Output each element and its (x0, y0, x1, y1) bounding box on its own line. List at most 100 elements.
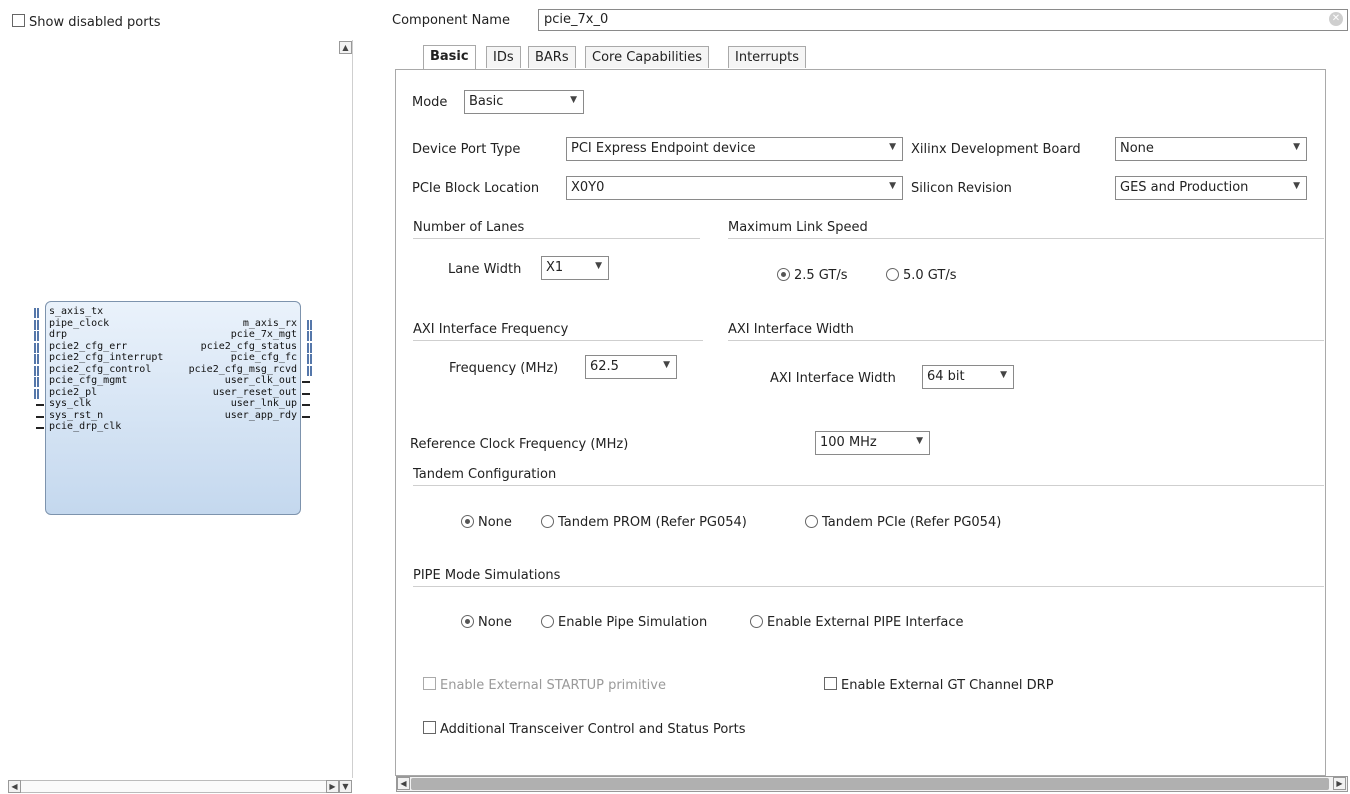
wire-port-icon (302, 381, 310, 383)
silicon-revision-dropdown[interactable]: GES and Production ▼ (1115, 176, 1307, 200)
tandem-option-none[interactable]: None (461, 515, 512, 530)
bus-port-icon (307, 365, 312, 376)
gt-channel-drp-checkbox[interactable]: Enable External GT Channel DRP (824, 677, 1054, 693)
block-location-dropdown[interactable]: X0Y0 ▼ (566, 176, 903, 200)
startup-primitive-checkbox: Enable External STARTUP primitive (423, 677, 666, 693)
tandem-prom-label: Tandem PROM (Refer PG054) (558, 515, 747, 530)
mode-dropdown[interactable]: Basic ▼ (464, 90, 584, 114)
wire-port-icon (302, 415, 310, 418)
scroll-right-button[interactable]: ▶ (326, 780, 339, 793)
radio-selected[interactable] (777, 268, 790, 281)
lane-width-dropdown[interactable]: X1 ▼ (541, 256, 609, 280)
show-disabled-ports-label: Show disabled ports (29, 15, 161, 30)
chevron-down-icon: ▼ (889, 181, 896, 191)
speed-option-2-5[interactable]: 2.5 GT/s (777, 268, 848, 283)
block-location-value: X0Y0 (571, 180, 605, 195)
transceiver-ports-checkbox[interactable]: Additional Transceiver Control and Statu… (423, 721, 746, 737)
pipe-option-external[interactable]: Enable External PIPE Interface (750, 615, 964, 630)
axi-width-section-title: AXI Interface Width (728, 322, 854, 337)
scroll-right-button[interactable]: ▶ (1333, 777, 1346, 790)
checkbox-box[interactable] (12, 14, 25, 27)
chevron-down-icon: ▼ (916, 436, 923, 446)
radio[interactable] (541, 515, 554, 528)
tandem-pcie-label: Tandem PCIe (Refer PG054) (822, 515, 1002, 530)
bus-port-icon (34, 354, 39, 364)
radio-selected[interactable] (461, 515, 474, 528)
wire-port-icon (36, 427, 44, 429)
port-label: m_axis_rx (242, 317, 297, 329)
component-name-input[interactable]: pcie_7x_0 ✕ (538, 9, 1348, 31)
bus-port-icon (34, 331, 39, 341)
section-divider (413, 238, 700, 239)
port-label: user_app_rdy (224, 409, 297, 421)
frequency-value: 62.5 (590, 359, 619, 374)
horizontal-scrollbar[interactable] (8, 780, 352, 793)
tab-ids[interactable]: IDs (486, 46, 521, 68)
axi-freq-section-title: AXI Interface Frequency (413, 322, 569, 337)
port-label: sys_clk (49, 398, 92, 409)
chevron-down-icon: ▼ (663, 360, 670, 370)
scroll-up-button[interactable]: ▲ (339, 41, 352, 54)
radio[interactable] (541, 615, 554, 628)
pipe-option-simulation[interactable]: Enable Pipe Simulation (541, 615, 707, 630)
dev-board-label: Xilinx Development Board (911, 142, 1081, 157)
radio[interactable] (886, 268, 899, 281)
mode-label: Mode (412, 95, 448, 110)
pipe-none-label: None (478, 615, 512, 630)
radio[interactable] (750, 615, 763, 628)
section-divider (413, 340, 703, 341)
tab-basic[interactable]: Basic (423, 45, 476, 69)
tab-interrupts[interactable]: Interrupts (728, 46, 806, 68)
chevron-down-icon: ▼ (1293, 142, 1300, 152)
bus-port-icon (34, 388, 39, 399)
ref-clock-value: 100 MHz (820, 435, 877, 450)
dev-board-dropdown[interactable]: None ▼ (1115, 137, 1307, 161)
scroll-down-button[interactable]: ▼ (339, 780, 352, 793)
chevron-down-icon: ▼ (595, 261, 602, 271)
section-divider (728, 238, 1324, 239)
port-label: pcie2_cfg_msg_rcvd (188, 363, 297, 375)
tab-bars[interactable]: BARs (528, 46, 576, 68)
port-label: user_clk_out (224, 375, 297, 386)
bus-port-icon (307, 331, 312, 341)
port-label: s_axis_tx (49, 306, 104, 317)
axi-width-value: 64 bit (927, 369, 965, 384)
tab-core-capabilities[interactable]: Core Capabilities (585, 46, 710, 68)
checkbox-box (423, 677, 436, 690)
pipe-option-none[interactable]: None (461, 615, 512, 630)
port-label: pcie_cfg_fc (230, 352, 297, 363)
ref-clock-dropdown[interactable]: 100 MHz ▼ (815, 431, 930, 455)
clear-icon[interactable]: ✕ (1329, 12, 1343, 26)
bus-port-icon (34, 342, 39, 353)
wire-port-icon (36, 415, 44, 418)
mode-value: Basic (469, 94, 504, 109)
silicon-revision-value: GES and Production (1120, 180, 1249, 195)
wire-port-icon (302, 404, 310, 406)
tandem-section-title: Tandem Configuration (413, 467, 557, 482)
component-name-value: pcie_7x_0 (544, 12, 609, 27)
port-label: pcie2_cfg_status (200, 340, 297, 352)
checkbox-box[interactable] (824, 677, 837, 690)
scroll-left-button[interactable]: ◀ (397, 777, 410, 790)
tandem-option-prom[interactable]: Tandem PROM (Refer PG054) (541, 515, 747, 530)
show-disabled-ports-checkbox[interactable]: Show disabled ports (12, 14, 160, 30)
link-speed-section-title: Maximum Link Speed (728, 220, 868, 235)
axi-width-dropdown[interactable]: 64 bit ▼ (922, 365, 1014, 389)
scroll-left-button[interactable]: ◀ (8, 780, 21, 793)
vertical-divider (352, 40, 353, 778)
frequency-dropdown[interactable]: 62.5 ▼ (585, 355, 677, 379)
dev-board-value: None (1120, 141, 1154, 156)
speed-option-2-5-label: 2.5 GT/s (794, 268, 848, 283)
radio[interactable] (805, 515, 818, 528)
scrollbar-thumb[interactable] (411, 778, 1329, 790)
speed-option-5-0[interactable]: 5.0 GT/s (886, 268, 957, 283)
checkbox-box[interactable] (423, 721, 436, 734)
tandem-option-pcie[interactable]: Tandem PCIe (Refer PG054) (805, 515, 1001, 530)
device-port-type-dropdown[interactable]: PCI Express Endpoint device ▼ (566, 137, 903, 161)
port-label: pcie2_cfg_interrupt (49, 352, 164, 363)
frequency-label: Frequency (MHz) (449, 361, 559, 376)
radio-selected[interactable] (461, 615, 474, 628)
device-port-type-value: PCI Express Endpoint device (571, 141, 756, 156)
port-label: pcie_cfg_mgmt (49, 375, 128, 386)
bus-port-icon (34, 365, 39, 376)
